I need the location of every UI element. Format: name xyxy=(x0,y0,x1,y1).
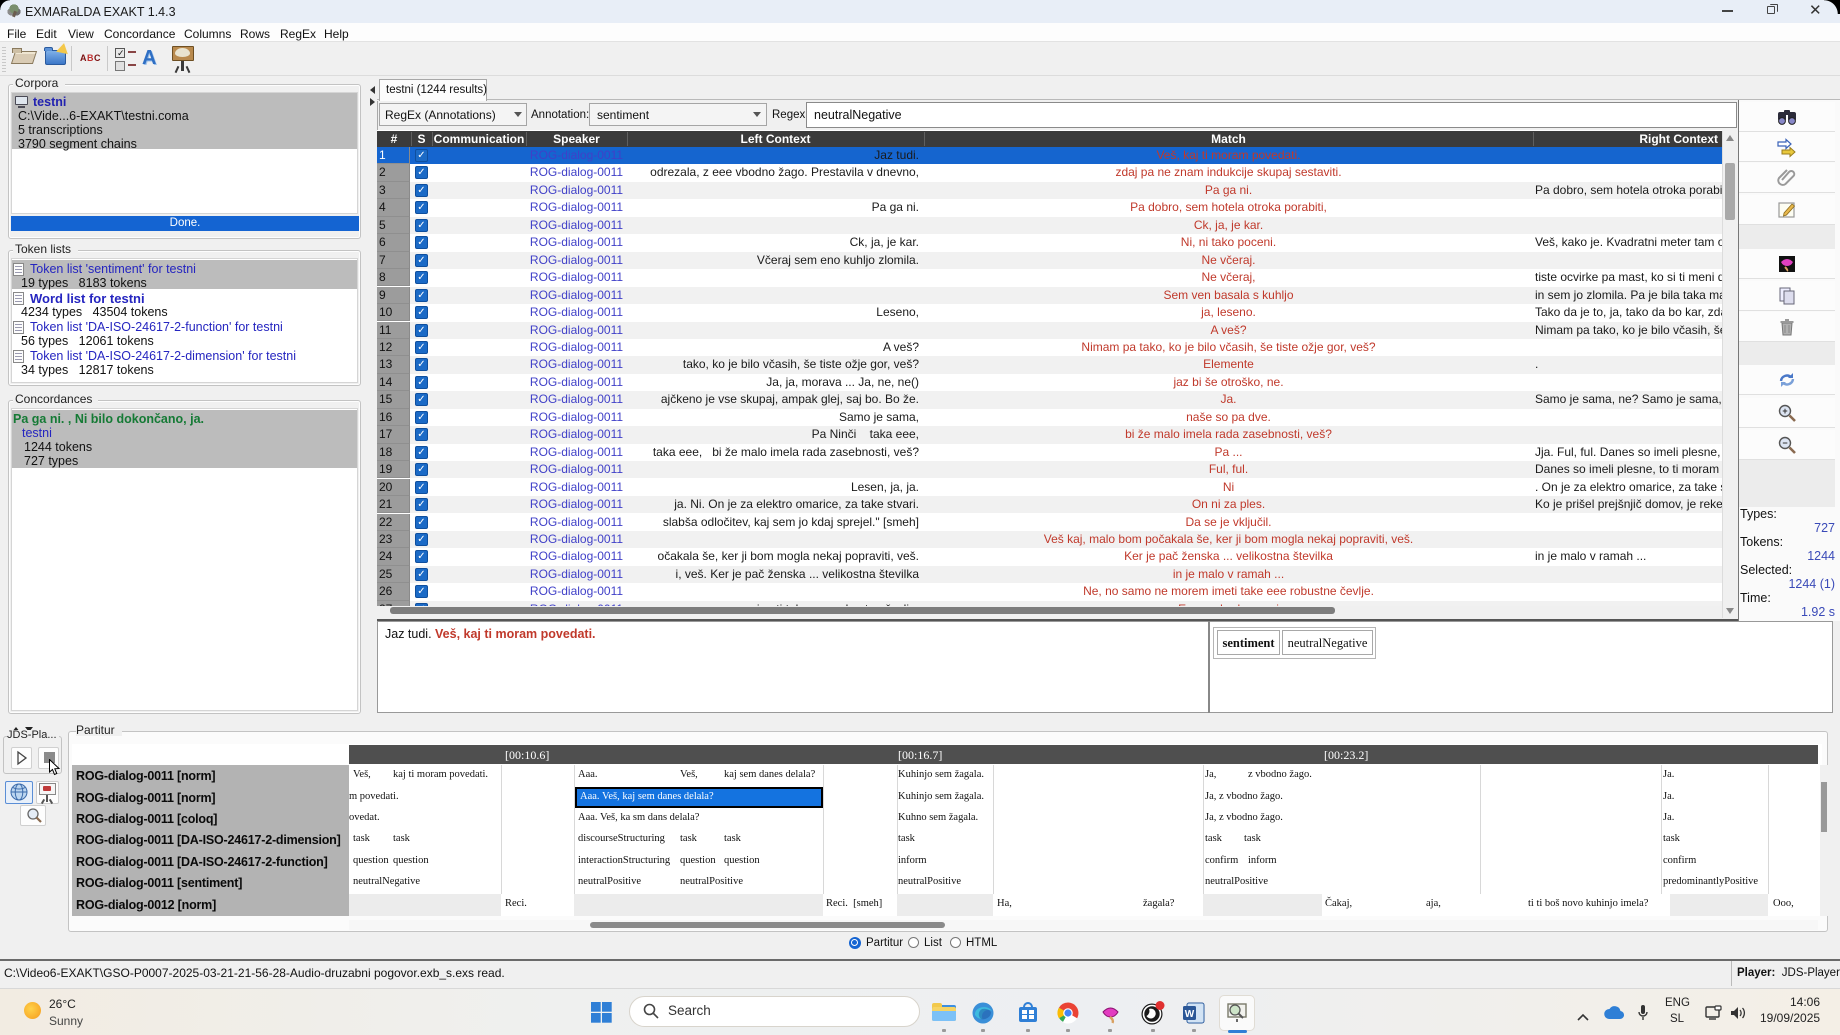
svg-text:−: − xyxy=(1782,438,1787,448)
svg-text:W: W xyxy=(1185,1009,1195,1020)
svg-text:+: + xyxy=(1782,406,1787,416)
